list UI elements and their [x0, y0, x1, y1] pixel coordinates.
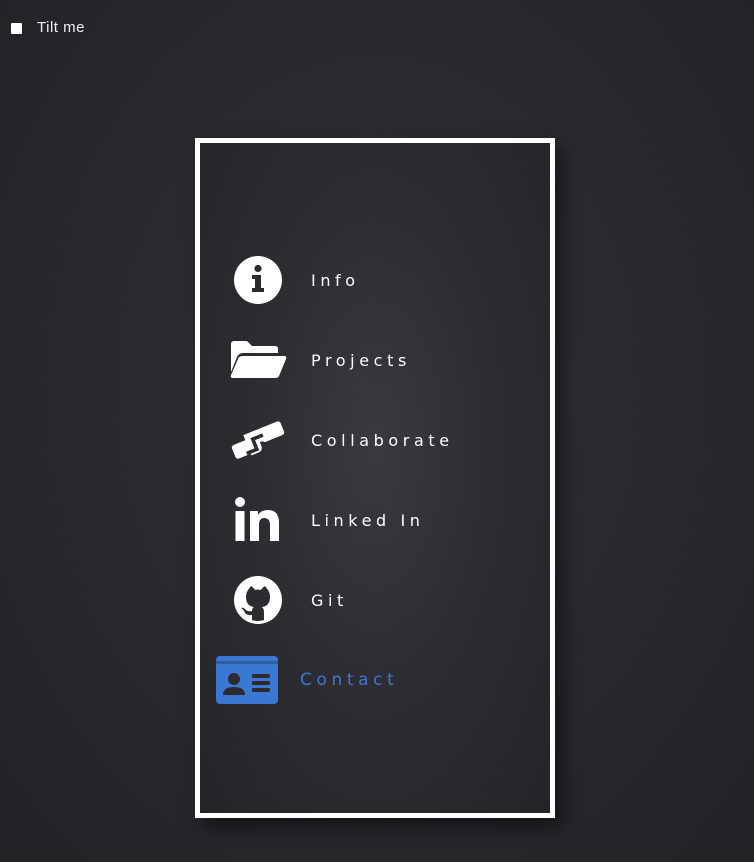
menu-item-contact[interactable]: Contact	[215, 653, 398, 707]
menu-card: Info Projects Collaborate Linked In Git …	[195, 138, 555, 818]
tilt-label: Tilt me	[37, 19, 85, 36]
tilt-checkbox[interactable]	[11, 22, 22, 34]
menu-label-projects: Projects	[311, 350, 411, 370]
menu-item-git[interactable]: Git	[228, 573, 348, 627]
folder-open-icon	[228, 333, 288, 387]
menu: Info Projects Collaborate Linked In Git …	[200, 143, 550, 813]
menu-item-info[interactable]: Info	[228, 253, 360, 307]
linkedin-icon	[228, 493, 288, 547]
menu-label-info: Info	[311, 270, 360, 290]
menu-label-collaborate: Collaborate	[311, 430, 454, 450]
menu-item-projects[interactable]: Projects	[228, 333, 411, 387]
menu-label-contact: Contact	[300, 670, 399, 690]
handshake-icon	[228, 413, 288, 467]
github-icon	[228, 573, 288, 627]
tilt-toggle[interactable]: Tilt me	[11, 20, 85, 36]
contact-card-icon	[215, 653, 279, 707]
menu-label-git: Git	[311, 590, 348, 610]
menu-label-linkedin: Linked In	[311, 510, 425, 530]
menu-item-collaborate[interactable]: Collaborate	[228, 413, 454, 467]
menu-item-linkedin[interactable]: Linked In	[228, 493, 425, 547]
info-circle-icon	[228, 253, 288, 307]
